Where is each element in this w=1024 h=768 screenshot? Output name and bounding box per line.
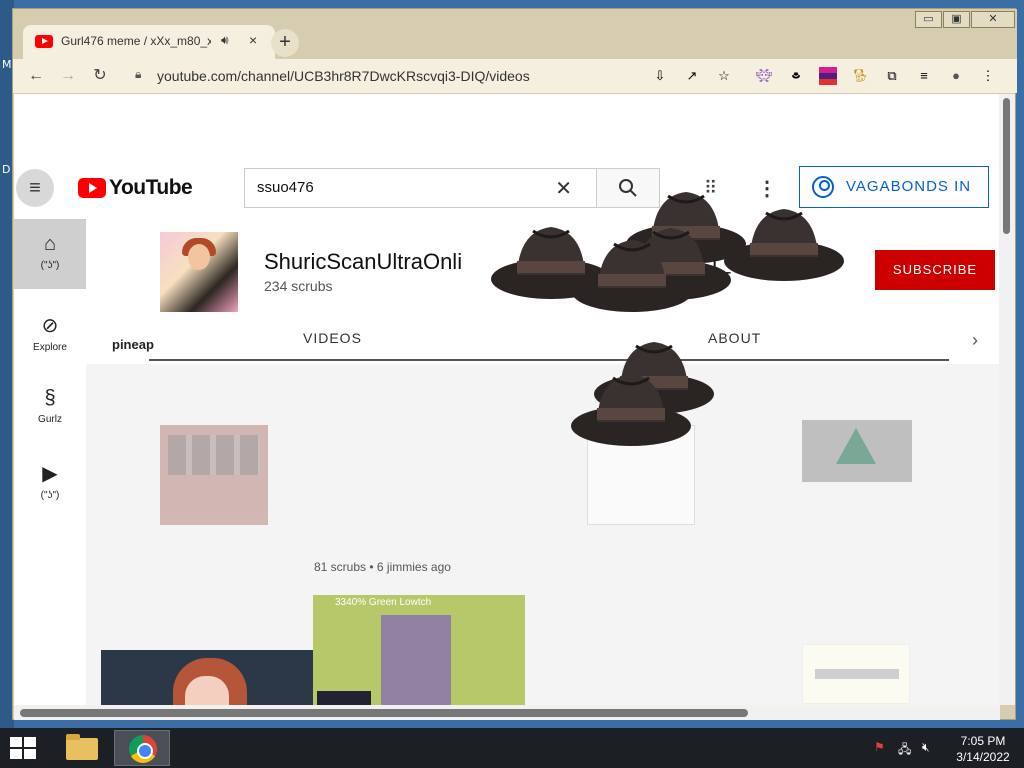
guide-item-home[interactable]: ⌂ ("ʖ") xyxy=(14,219,86,289)
video-thumbnail[interactable] xyxy=(802,644,910,704)
title-bar: Gurl476 meme / xXx_m80_xX 🔊︎ × + ▭ ▣ ✕ xyxy=(13,9,1017,59)
tab-close-button[interactable]: × xyxy=(249,32,257,48)
search-input-value: ssuo476 xyxy=(257,179,314,196)
maximize-button[interactable]: ▣ xyxy=(943,11,970,28)
clock-time: 7:05 PM xyxy=(960,734,1006,748)
menu-icon[interactable]: ⋮ xyxy=(979,67,997,85)
tab-videos[interactable]: VIDEOS xyxy=(303,330,362,346)
youtube-favicon-icon xyxy=(35,35,53,48)
alien-icon[interactable]: 👾︎ xyxy=(755,67,773,85)
ghost-label: pineap xyxy=(112,337,154,352)
mute-icon[interactable]: 🔇︎ xyxy=(922,740,930,755)
thumbnail-art xyxy=(381,615,451,705)
flag-icon[interactable] xyxy=(819,67,837,85)
lock-icon[interactable]: 🔒︎ xyxy=(135,67,141,82)
horizontal-scrollbar[interactable] xyxy=(14,705,1000,720)
page-viewport: ≡ YouTube ssuo476 ✕ ⠿ ⋮ VAGABONDS IN ⌂ (… xyxy=(14,94,1000,705)
hat-icon xyxy=(570,238,694,314)
profile-icon[interactable]: ● xyxy=(947,67,965,85)
clear-search-button[interactable]: ✕ xyxy=(555,176,572,201)
avatar-face xyxy=(188,244,210,270)
thumbnail-art xyxy=(185,676,229,705)
guide-item-explore[interactable]: ⊘ Explore xyxy=(14,299,86,369)
video-grid: 81 scrubs • 6 jimmies ago 3340% Green Lo… xyxy=(86,364,1000,705)
guide-item-shorts[interactable]: § Gurlz xyxy=(14,373,86,443)
chrome-taskbar-button[interactable] xyxy=(114,730,170,766)
thumbnail-art xyxy=(168,435,260,475)
share-icon[interactable]: ↗ xyxy=(683,67,701,85)
windows-logo-icon xyxy=(24,749,36,759)
minimize-button[interactable]: ▭ xyxy=(915,11,942,28)
scrollbar-thumb[interactable] xyxy=(20,709,748,717)
close-window-button[interactable]: ✕ xyxy=(971,11,1015,28)
youtube-logo-text[interactable]: YouTube xyxy=(109,176,193,200)
subscribe-button[interactable]: SUBSCRIBE xyxy=(875,250,995,290)
video-meta: 81 scrubs • 6 jimmies ago xyxy=(314,560,451,574)
reload-button[interactable]: ↻ xyxy=(89,65,111,87)
channel-name: ShuricScanUltraOnli xyxy=(264,249,463,274)
system-clock[interactable]: 7:05 PM 3/14/2022 xyxy=(948,733,1018,765)
guide-item-subscriptions[interactable]: ▶ ("ʖ") xyxy=(14,447,86,517)
sign-in-label: VAGABONDS IN xyxy=(846,178,972,195)
scrollbar-thumb[interactable] xyxy=(1003,98,1010,234)
thumbnail-art xyxy=(815,669,899,679)
windows-logo-icon xyxy=(10,737,22,747)
guide-label: ("ʖ") xyxy=(40,490,60,501)
hat-icon xyxy=(569,372,693,448)
folder-icon xyxy=(66,734,98,760)
file-explorer-button[interactable] xyxy=(54,730,110,766)
video-thumbnail[interactable]: 3340% Green Lowtch xyxy=(313,595,525,705)
new-tab-button[interactable]: + xyxy=(271,29,299,57)
windows-logo-icon xyxy=(24,737,36,747)
chrome-icon xyxy=(129,735,157,763)
start-button[interactable] xyxy=(10,737,38,761)
shorts-icon: § xyxy=(44,387,56,409)
guide-label: Explore xyxy=(33,342,67,353)
hamburger-menu-button[interactable]: ≡ xyxy=(16,169,54,207)
doge-icon[interactable]: 🐕︎ xyxy=(851,67,869,85)
windows-logo-icon xyxy=(10,749,22,759)
tab-bar-divider xyxy=(149,359,949,361)
install-icon[interactable]: ⇩ xyxy=(651,67,669,85)
star-icon[interactable]: ☆ xyxy=(715,67,733,85)
youtube-logo-icon[interactable] xyxy=(78,178,106,198)
browser-window: Gurl476 meme / xXx_m80_xX 🔊︎ × + ▭ ▣ ✕ ←… xyxy=(12,8,1017,720)
puzzle-icon[interactable]: ⧉ xyxy=(883,67,901,85)
address-bar[interactable]: youtube.com/channel/UCB3hr8R7DwcKRscvqi3… xyxy=(157,68,530,84)
thumbnail-caption: 3340% Green Lowtch xyxy=(335,597,432,608)
video-thumbnail[interactable] xyxy=(802,420,912,482)
guide-sidebar: ⌂ ("ʖ") ⊘ Explore § Gurlz ▶ ("ʖ") xyxy=(14,219,86,705)
speaker-icon[interactable]: 🔊︎ xyxy=(221,33,229,48)
flag-x-icon[interactable]: ⚑ xyxy=(874,740,885,754)
guide-label: ("ʖ") xyxy=(40,260,60,271)
hat-icon[interactable]: 🎩︎ xyxy=(787,67,805,85)
video-thumbnail[interactable] xyxy=(101,650,313,705)
tab-title: Gurl476 meme / xXx_m80_xX xyxy=(61,34,211,48)
home-icon: ⌂ xyxy=(43,233,57,255)
subscriber-count: 234 scrubs xyxy=(264,278,333,294)
playlist-icon[interactable]: ≡ xyxy=(915,67,933,85)
desktop-icon-label: M xyxy=(2,58,12,71)
guide-label: Gurlz xyxy=(38,414,62,425)
taskbar: ⚑ 🖧︎ 🔇︎ 7:05 PM 3/14/2022 xyxy=(0,728,1024,768)
video-thumbnail[interactable] xyxy=(160,425,268,525)
browser-tab[interactable]: Gurl476 meme / xXx_m80_xX 🔊︎ × xyxy=(23,25,275,59)
search-input[interactable]: ssuo476 ✕ xyxy=(244,168,597,208)
compass-icon: ⊘ xyxy=(41,315,59,337)
clock-date: 3/14/2022 xyxy=(956,750,1010,764)
back-button[interactable]: ← xyxy=(25,65,47,87)
chevron-right-icon[interactable]: › xyxy=(972,330,978,351)
desktop-icon-label: D xyxy=(2,163,11,176)
browser-toolbar: ← → ↻ 🔒︎ youtube.com/channel/UCB3hr8R7Dw… xyxy=(13,59,1017,93)
network-icon[interactable]: 🖧︎ xyxy=(898,740,911,761)
subscriptions-icon: ▶ xyxy=(42,463,58,485)
vertical-scrollbar[interactable] xyxy=(999,94,1015,705)
hat-icon xyxy=(722,207,846,283)
channel-avatar[interactable] xyxy=(160,232,238,312)
forward-button[interactable]: → xyxy=(57,65,79,87)
thumbnail-art xyxy=(836,428,876,464)
thumbnail-art xyxy=(317,691,371,705)
